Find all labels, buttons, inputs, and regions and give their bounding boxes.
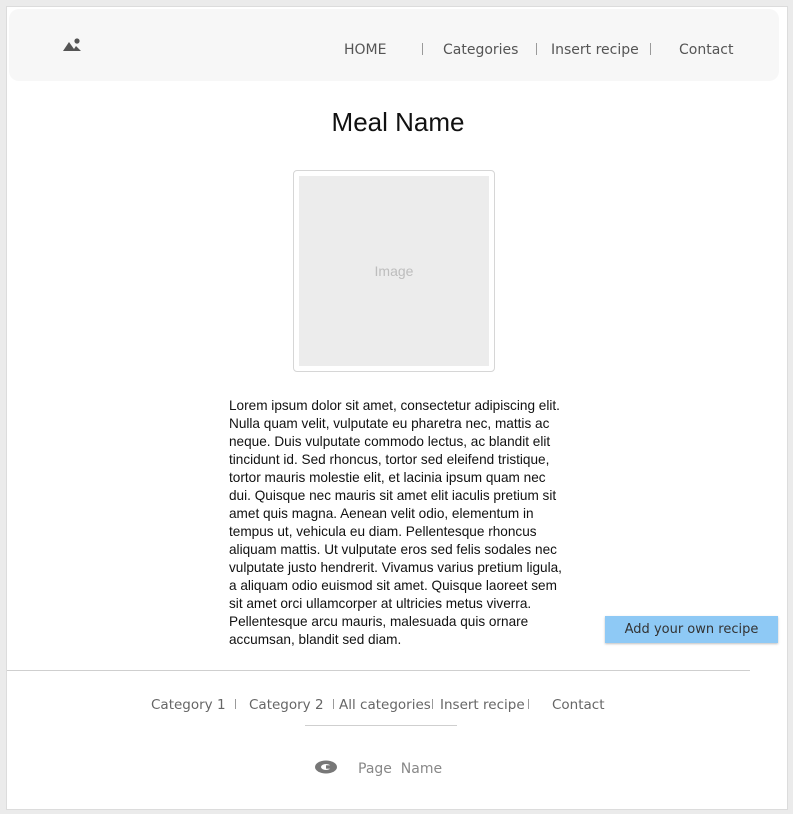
- page-name: Page Name: [358, 761, 443, 777]
- nav-contact[interactable]: Contact: [679, 42, 733, 58]
- meal-image: Image: [293, 170, 495, 372]
- nav-home[interactable]: HOME: [344, 42, 386, 58]
- image-landscape-icon[interactable]: [62, 37, 82, 53]
- footer-link-insert-recipe[interactable]: Insert recipe: [440, 697, 525, 713]
- nav-insert-recipe[interactable]: Insert recipe: [551, 42, 639, 58]
- copyright-icon: [315, 760, 337, 774]
- nav-separator: [536, 43, 537, 55]
- image-placeholder: Image: [299, 176, 489, 366]
- page: HOME Categories Insert recipe Contact Me…: [6, 6, 788, 810]
- footer-underline: [305, 725, 457, 726]
- nav-categories[interactable]: Categories: [443, 42, 518, 58]
- footer-separator: [528, 699, 529, 709]
- footer-separator: [235, 699, 236, 709]
- nav-separator: [650, 43, 651, 55]
- meal-description: Lorem ipsum dolor sit amet, consectetur …: [229, 398, 562, 647]
- add-recipe-button[interactable]: Add your own recipe: [605, 616, 778, 643]
- footer-divider: [7, 670, 750, 671]
- footer-separator: [333, 699, 334, 709]
- header-bar: HOME Categories Insert recipe Contact: [9, 9, 779, 81]
- nav-separator: [422, 43, 423, 55]
- footer-link-contact[interactable]: Contact: [552, 697, 605, 713]
- footer-link-category-1[interactable]: Category 1: [151, 697, 226, 713]
- footer-link-category-2[interactable]: Category 2: [249, 697, 324, 713]
- footer-separator: [432, 699, 433, 709]
- meal-title: Meal Name: [331, 107, 465, 137]
- footer-link-all-categories[interactable]: All categories: [339, 697, 431, 713]
